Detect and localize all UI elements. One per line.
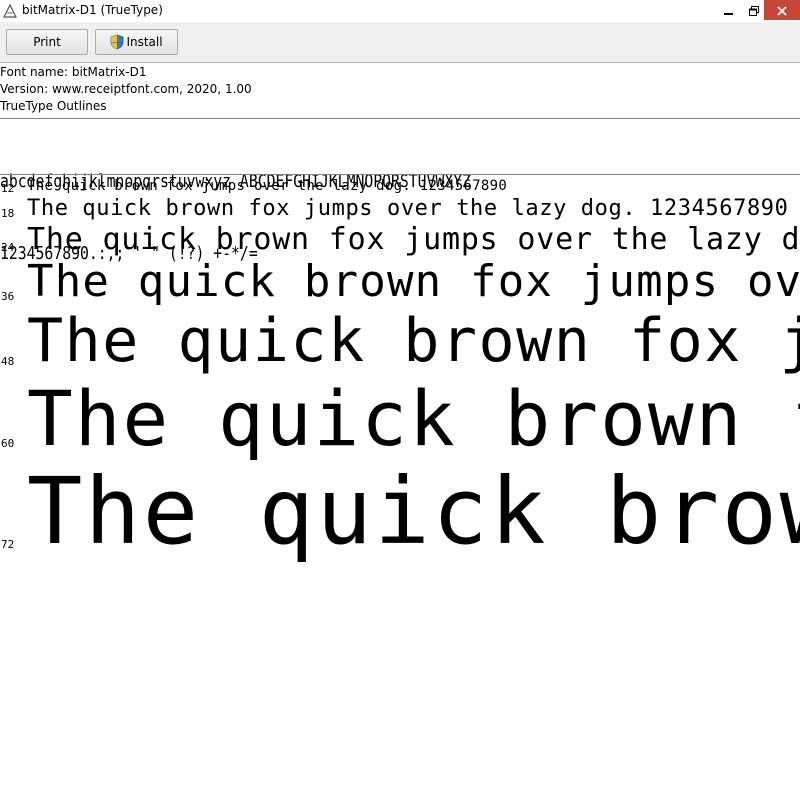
sample-size-label: 72 bbox=[1, 538, 15, 551]
uac-shield-icon bbox=[110, 34, 124, 50]
minimize-button[interactable] bbox=[715, 0, 743, 20]
font-name-line: Font name: bitMatrix-D1 bbox=[0, 65, 147, 79]
print-button-label: Print bbox=[33, 35, 61, 49]
sample-size-label: 48 bbox=[1, 355, 15, 368]
divider bbox=[0, 118, 800, 119]
font-file-icon bbox=[3, 3, 17, 18]
minimize-icon bbox=[724, 1, 734, 20]
divider bbox=[0, 174, 800, 175]
sample-text: The quick brown fox jumps over the lazy … bbox=[27, 256, 800, 306]
sample-row-60: 60 The quick brown fox jumps over the la… bbox=[0, 374, 800, 460]
window-title: bitMatrix-D1 (TrueType) bbox=[22, 3, 163, 17]
install-button-label: Install bbox=[126, 35, 163, 49]
close-button[interactable] bbox=[764, 0, 800, 20]
sample-size-label: 18 bbox=[1, 207, 15, 220]
sample-text: The quick brown fox jumps over the lazy … bbox=[27, 178, 508, 194]
toolbar: Print Install bbox=[0, 22, 800, 63]
sample-row-24: 24 The quick brown fox jumps over the la… bbox=[0, 222, 800, 258]
restore-icon bbox=[749, 1, 759, 20]
sample-size-label: 12 bbox=[1, 182, 15, 195]
version-line: Version: www.receiptfont.com, 2020, 1.00 bbox=[0, 82, 252, 96]
sample-text: The quick brown fox jumps over the lazy … bbox=[27, 374, 800, 460]
sample-text: The quick brown fox jumps over the lazy … bbox=[27, 458, 800, 562]
sample-size-label: 60 bbox=[1, 437, 15, 450]
sample-row-18: 18 The quick brown fox jumps over the la… bbox=[0, 196, 800, 224]
sample-text: The quick brown fox jumps over the lazy … bbox=[27, 306, 800, 376]
sample-row-36: 36 The quick brown fox jumps over the la… bbox=[0, 256, 800, 306]
sample-row-48: 48 The quick brown fox jumps over the la… bbox=[0, 306, 800, 376]
sample-text: The quick brown fox jumps over the lazy … bbox=[27, 196, 789, 221]
sample-size-label: 36 bbox=[1, 290, 15, 303]
close-icon bbox=[777, 1, 787, 20]
print-button[interactable]: Print bbox=[6, 29, 88, 55]
install-button[interactable]: Install bbox=[95, 29, 178, 55]
title-bar: bitMatrix-D1 (TrueType) bbox=[0, 0, 800, 22]
sample-row-72: 72 The quick brown fox jumps over the la… bbox=[0, 458, 800, 562]
sample-text: The quick brown fox jumps over the lazy … bbox=[27, 222, 800, 257]
sample-size-label: 24 bbox=[1, 241, 15, 254]
outline-type-line: TrueType Outlines bbox=[0, 99, 107, 113]
sample-row-12: 12 The quick brown fox jumps over the la… bbox=[0, 178, 800, 198]
font-info: Font name: bitMatrix-D1 Version: www.rec… bbox=[0, 64, 252, 115]
